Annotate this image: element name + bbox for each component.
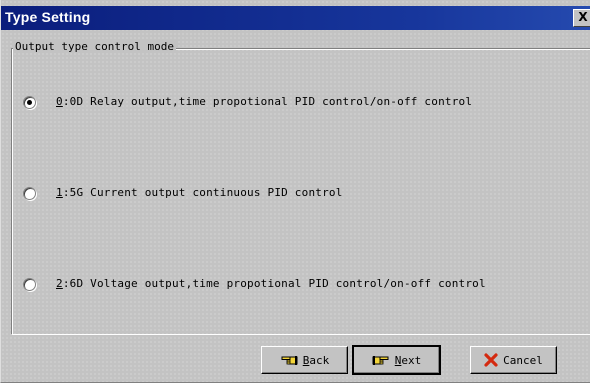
window-title: Type Setting bbox=[5, 9, 91, 25]
option-0-radio[interactable] bbox=[23, 96, 36, 109]
option-2-radio[interactable] bbox=[23, 278, 36, 291]
title-bar[interactable]: Type Setting X bbox=[1, 6, 590, 30]
next-label: Next bbox=[394, 353, 422, 367]
option-1-radio[interactable] bbox=[23, 187, 36, 200]
cancel-button[interactable]: Cancel bbox=[470, 346, 557, 374]
next-hand-icon bbox=[372, 354, 390, 367]
option-2-key: 2 bbox=[56, 277, 63, 290]
type-setting-dialog: Type Setting X Output type control mode … bbox=[0, 0, 590, 383]
back-button[interactable]: Back bbox=[261, 346, 348, 374]
option-1-key: 1 bbox=[56, 186, 63, 199]
option-1-text: :5G Current output continuous PID contro… bbox=[62, 186, 343, 199]
back-label: Back bbox=[302, 353, 330, 367]
cancel-label: Cancel bbox=[503, 353, 543, 367]
option-2-text: :6D Voltage output,time propotional PID … bbox=[62, 277, 486, 290]
close-button[interactable]: X bbox=[573, 9, 590, 27]
option-0-label[interactable]: 0:0D Relay output,time propotional PID c… bbox=[56, 95, 472, 108]
option-2-row[interactable]: 2:6D Voltage output,time propotional PID… bbox=[23, 277, 583, 295]
option-2-label[interactable]: 2:6D Voltage output,time propotional PID… bbox=[56, 277, 486, 290]
back-hand-icon bbox=[280, 354, 298, 367]
option-0-row[interactable]: 0:0D Relay output,time propotional PID c… bbox=[23, 95, 583, 113]
groupbox-label: Output type control mode bbox=[13, 40, 176, 53]
option-1-row[interactable]: 1:5G Current output continuous PID contr… bbox=[23, 186, 583, 204]
radio-selected-dot bbox=[27, 100, 32, 105]
option-0-text: :0D Relay output,time propotional PID co… bbox=[62, 95, 473, 108]
option-1-label[interactable]: 1:5G Current output continuous PID contr… bbox=[56, 186, 343, 199]
option-0-key: 0 bbox=[56, 95, 63, 108]
next-button[interactable]: Next bbox=[352, 345, 441, 375]
red-x-icon bbox=[484, 353, 498, 367]
